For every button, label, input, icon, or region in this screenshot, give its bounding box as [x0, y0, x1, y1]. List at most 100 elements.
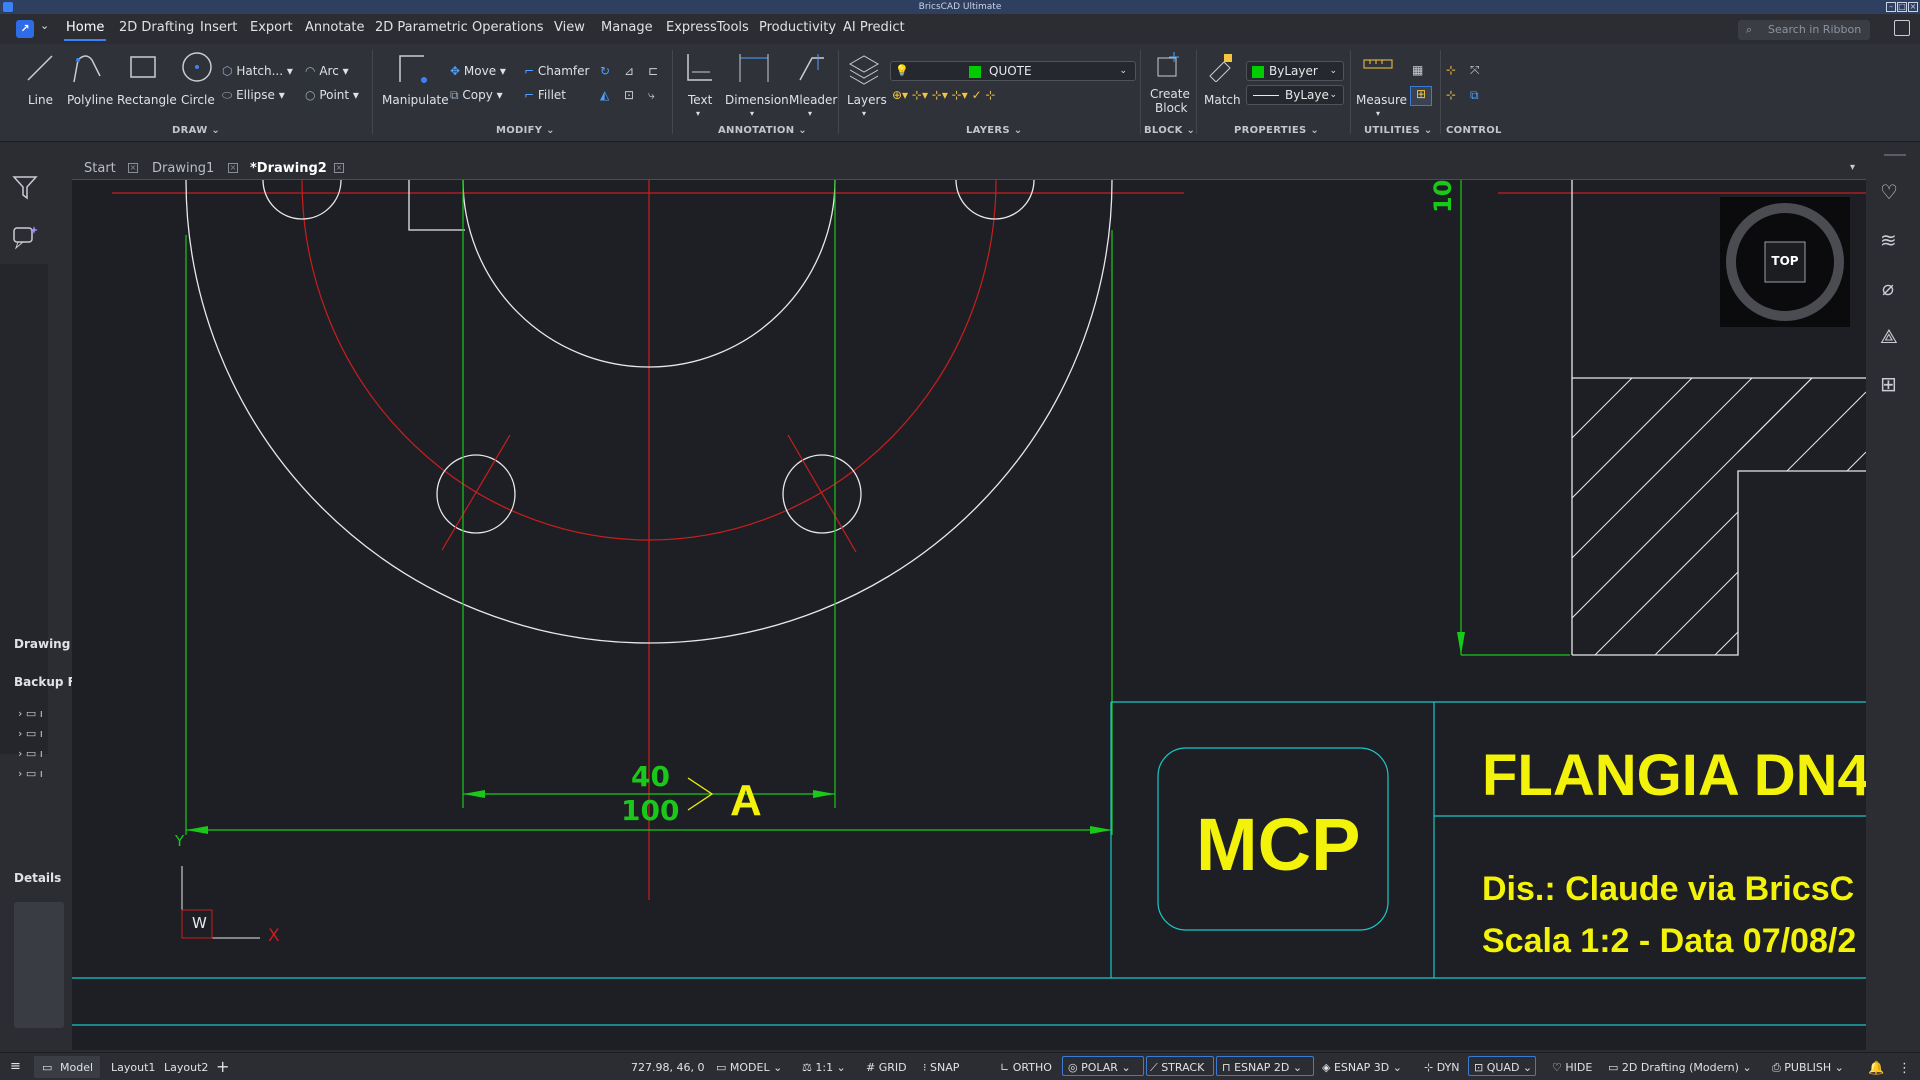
rectangle-button[interactable]: Rectangle	[117, 93, 177, 107]
rotate-icon[interactable]: ↻	[600, 64, 610, 78]
control-icon-3[interactable]: ⊹	[1446, 88, 1456, 102]
mechanical-browser-icon[interactable]: ⟁	[1880, 324, 1898, 348]
notification-icon[interactable]: 🔔	[1868, 1061, 1884, 1076]
folder-item[interactable]: › ▭ ı	[18, 764, 43, 784]
copy-button[interactable]: ⧉ Copy ▾	[450, 88, 503, 103]
group-control[interactable]: CONTROL	[1446, 125, 1502, 136]
tab-view[interactable]: View	[554, 20, 585, 35]
folder-item[interactable]: › ▭ ı	[18, 744, 43, 764]
esnap3d-toggle[interactable]: ◈ ESNAP 3D ⌄	[1322, 1061, 1402, 1074]
tab-export[interactable]: Export	[250, 20, 293, 35]
tab-drawing2[interactable]: *Drawing2	[250, 161, 327, 176]
app-menu-button[interactable]: ↗	[16, 20, 34, 38]
layer-tool-icon[interactable]: ⊕▾ ⊹▾ ⊹▾ ⊹▾ ✓ ⊹	[892, 88, 996, 102]
line-button[interactable]: Line	[28, 93, 53, 107]
strack-toggle[interactable]: ⟋ STRACK	[1150, 1061, 1204, 1075]
group-annotation[interactable]: ANNOTATION ⌄	[718, 125, 807, 136]
dimension-button[interactable]: Dimension	[725, 93, 789, 107]
color-dropdown[interactable]: ByLayer ⌄	[1246, 61, 1344, 81]
control-icon-1[interactable]: ⊹	[1446, 63, 1456, 77]
group-modify[interactable]: MODIFY ⌄	[496, 125, 555, 136]
ribbon-search-input[interactable]: ⌕ Search in Ribbon	[1738, 20, 1870, 40]
move-button[interactable]: ✥ Move ▾	[450, 64, 506, 78]
polar-toggle[interactable]: ◎ POLAR ⌄	[1068, 1061, 1131, 1074]
group-draw[interactable]: DRAW ⌄	[172, 125, 220, 136]
ai-chat-icon[interactable]	[12, 224, 38, 250]
menu-icon[interactable]: ≡	[10, 1059, 21, 1074]
calculator-icon[interactable]: ▦	[1412, 63, 1423, 77]
manipulate-button[interactable]: Manipulate	[382, 93, 449, 107]
drawing-canvas[interactable]: 10 40 100 A MCP FLANGIA DN4 Dis.: Claude…	[72, 180, 1866, 1050]
tab-home[interactable]: Home	[63, 20, 107, 41]
tab-manage[interactable]: Manage	[601, 20, 653, 35]
dyn-toggle[interactable]: ⊹ DYN	[1424, 1061, 1460, 1074]
esnap2d-toggle[interactable]: ⊓ ESNAP 2D ⌄	[1222, 1061, 1302, 1074]
chevron-down-icon[interactable]: ⌄	[40, 19, 49, 32]
hatch-button[interactable]: ⬡ Hatch... ▾	[222, 64, 293, 78]
close-tab-icon[interactable]: ×	[334, 163, 344, 173]
tab-drawing1[interactable]: Drawing1	[152, 161, 214, 176]
tab-operations[interactable]: Operations	[472, 20, 543, 35]
ortho-toggle[interactable]: ∟ ORTHO	[1000, 1061, 1052, 1074]
group-utilities[interactable]: UTILITIES ⌄	[1364, 125, 1433, 136]
offset-icon[interactable]: ⊏	[648, 64, 658, 78]
create-block-line1[interactable]: Create	[1150, 87, 1190, 101]
tab-layout2[interactable]: Layout2	[164, 1061, 208, 1074]
folder-tree[interactable]: › ▭ ı › ▭ ı › ▭ ı › ▭ ı	[18, 704, 43, 784]
library-icon[interactable]: ⊞	[1880, 372, 1897, 396]
match-button[interactable]: Match	[1204, 93, 1241, 107]
chamfer-button[interactable]: ⌐ Chamfer	[524, 64, 589, 78]
maximize-button[interactable]: □	[1897, 2, 1907, 12]
arc-button[interactable]: ◠ Arc ▾	[305, 64, 349, 78]
tab-annotate[interactable]: Annotate	[305, 20, 364, 35]
minimize-button[interactable]: –	[1886, 2, 1896, 12]
create-block-line2[interactable]: Block	[1155, 101, 1187, 115]
chevron-down-icon[interactable]: ▾	[862, 109, 866, 118]
group-layers[interactable]: LAYERS ⌄	[966, 125, 1022, 136]
control-icon-4[interactable]: ⧉	[1470, 88, 1479, 103]
chevron-down-icon[interactable]: ▾	[750, 109, 754, 118]
workspace-settings-icon[interactable]	[1894, 20, 1910, 36]
mirror-icon[interactable]: ◭	[600, 88, 609, 102]
quick-select-icon[interactable]: ⊞	[1410, 86, 1432, 106]
point-button[interactable]: ○ Point ▾	[305, 88, 359, 102]
trim-icon[interactable]: ⊿	[624, 64, 634, 78]
model-space-toggle[interactable]: ▭ MODEL ⌄	[716, 1061, 782, 1074]
tab-start[interactable]: Start	[84, 161, 116, 176]
filter-icon[interactable]	[12, 174, 38, 200]
tab-productivity[interactable]: Productivity	[759, 20, 836, 35]
layers-panel-icon[interactable]: ≋	[1880, 228, 1897, 252]
layer-dropdown[interactable]: 💡 QUOTE ⌄	[890, 61, 1136, 81]
viewcube-top-label[interactable]: TOP	[1768, 254, 1802, 268]
more-options-icon[interactable]: ⋮	[1898, 1061, 1911, 1076]
linetype-dropdown[interactable]: ByLaye ⌄	[1246, 85, 1344, 105]
folder-item[interactable]: › ▭ ı	[18, 724, 43, 744]
ellipse-button[interactable]: ⬭ Ellipse ▾	[222, 88, 285, 103]
tab-insert[interactable]: Insert	[200, 20, 237, 35]
close-tab-icon[interactable]: ×	[228, 163, 238, 173]
tab-ai-predict[interactable]: AI Predict	[843, 20, 905, 35]
text-button[interactable]: Text	[688, 93, 712, 107]
circle-button[interactable]: Circle	[181, 93, 215, 107]
snap-toggle[interactable]: ⁝ SNAP	[923, 1061, 959, 1074]
tab-model[interactable]: Model	[60, 1061, 93, 1074]
annotation-scale[interactable]: ⚖ 1:1 ⌄	[802, 1061, 846, 1074]
tab-expresstools[interactable]: ExpressTools	[666, 20, 749, 35]
tab-2d-parametric[interactable]: 2D Parametric	[375, 20, 468, 35]
tab-2d-drafting[interactable]: 2D Drafting	[119, 20, 194, 35]
tab-list-icon[interactable]: ▾	[1850, 162, 1855, 173]
drawing-svg[interactable]	[72, 180, 1866, 1050]
tab-layout1[interactable]: Layout1	[111, 1061, 155, 1074]
hide-toggle[interactable]: ♡ HIDE	[1552, 1061, 1592, 1074]
properties-icon[interactable]: ♡	[1880, 180, 1898, 204]
drag-handle[interactable]	[1884, 154, 1906, 156]
folder-item[interactable]: › ▭ ı	[18, 704, 43, 724]
group-block[interactable]: BLOCK ⌄	[1144, 125, 1195, 136]
fillet-button[interactable]: ⌐ Fillet	[524, 88, 566, 102]
add-layout-icon[interactable]: +	[216, 1057, 229, 1076]
close-button[interactable]: ×	[1908, 2, 1918, 12]
measure-button[interactable]: Measure	[1356, 93, 1407, 107]
mleader-button[interactable]: Mleader	[789, 93, 837, 107]
scale-icon[interactable]: ⊡	[624, 88, 634, 102]
chevron-down-icon[interactable]: ▾	[696, 109, 700, 118]
